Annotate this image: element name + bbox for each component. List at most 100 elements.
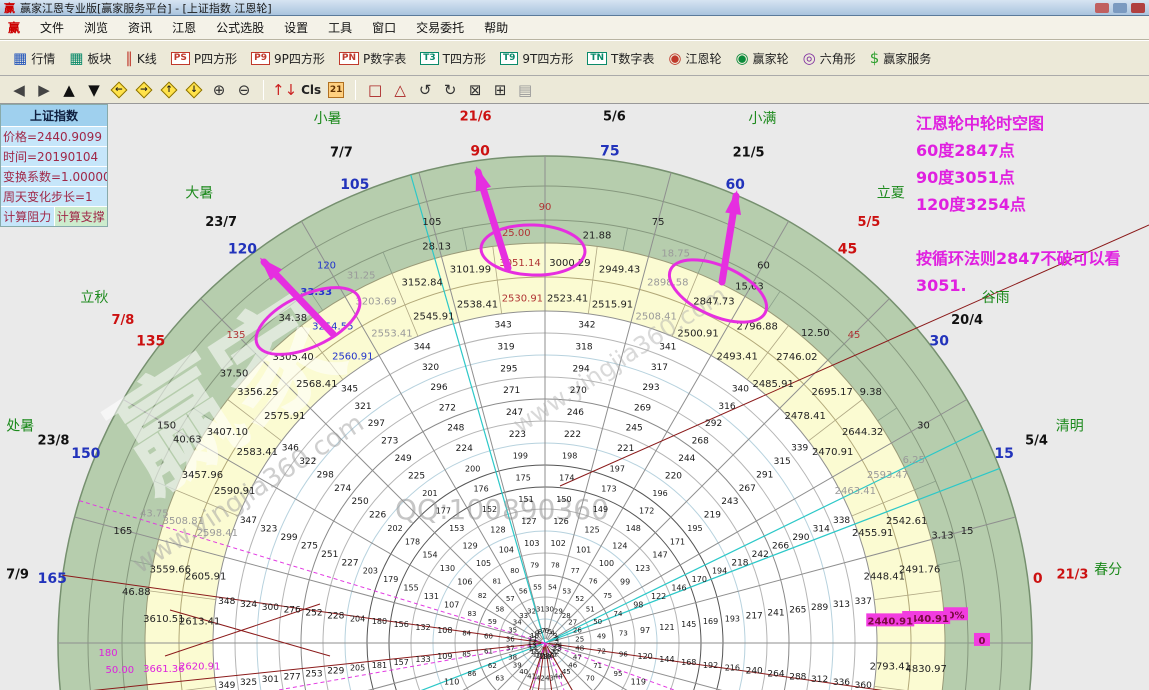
toolbar-button-p-number-table[interactable]: PNP数字表 xyxy=(332,47,413,70)
svg-text:240: 240 xyxy=(746,667,763,677)
calc-support-button[interactable]: 计算支撑 xyxy=(55,207,108,226)
svg-text:337: 337 xyxy=(855,597,872,607)
svg-text:251: 251 xyxy=(321,550,338,560)
toolbar-button-quotes-grid[interactable]: ▦行情 xyxy=(6,47,62,70)
toolbar-button-p-square[interactable]: PSP四方形 xyxy=(164,47,244,70)
gann-wheel-icon: ◉ xyxy=(668,51,681,66)
toolbar-button-t-number-table[interactable]: TNT数字表 xyxy=(580,47,661,70)
annotation-line: 江恩轮中轮时空图 xyxy=(916,110,1148,137)
svg-text:24: 24 xyxy=(553,642,562,650)
svg-text:197: 197 xyxy=(610,464,625,473)
menu-item-公式选股[interactable]: 公式选股 xyxy=(206,16,274,39)
menu-item-设置[interactable]: 设置 xyxy=(274,16,318,39)
pan-down-icon[interactable]: ↓ xyxy=(183,79,205,101)
svg-text:168: 168 xyxy=(681,658,696,667)
svg-text:123: 123 xyxy=(635,564,650,573)
tray-icon[interactable] xyxy=(1113,3,1127,13)
svg-text:50: 50 xyxy=(593,618,602,626)
svg-text:224: 224 xyxy=(456,444,473,454)
calc-resistance-button[interactable]: 计算阻力 xyxy=(1,207,55,226)
zoom-out-icon[interactable]: ⊖ xyxy=(233,79,255,101)
toolbar-button-kline[interactable]: ∥K线 xyxy=(118,47,163,70)
svg-text:199: 199 xyxy=(513,452,528,461)
svg-text:46: 46 xyxy=(568,661,577,669)
svg-text:2478.41: 2478.41 xyxy=(784,411,825,422)
main-toolbar: ▦行情▦板块∥K线PSP四方形P99P四方形PNP数字表T3T四方形T99T四方… xyxy=(0,40,1149,76)
svg-text:348: 348 xyxy=(218,597,235,607)
cls-button[interactable]: Cls xyxy=(300,79,322,101)
toolbar-button-gann-wheel[interactable]: ◉江恩轮 xyxy=(661,47,728,70)
menu-item-交易委托[interactable]: 交易委托 xyxy=(406,16,474,39)
pan-left-icon[interactable]: ← xyxy=(108,79,130,101)
annotation-line: 90度3051点 xyxy=(916,164,1148,191)
shrink-icon[interactable]: ⊞ xyxy=(489,79,511,101)
nav-back-icon[interactable]: ◀ xyxy=(8,79,30,101)
svg-text:2575.91: 2575.91 xyxy=(264,411,305,422)
svg-text:57: 57 xyxy=(506,595,515,603)
svg-text:54: 54 xyxy=(548,583,557,591)
menu-item-资讯[interactable]: 资讯 xyxy=(118,16,162,39)
print-icon[interactable]: ▤ xyxy=(514,79,536,101)
svg-text:2583.41: 2583.41 xyxy=(237,447,278,458)
svg-text:2470.91: 2470.91 xyxy=(812,447,853,458)
nav-forward-icon[interactable]: ▶ xyxy=(33,79,55,101)
menu-item-帮助[interactable]: 帮助 xyxy=(474,16,518,39)
svg-text:272: 272 xyxy=(439,403,456,413)
pan-right-icon[interactable]: → xyxy=(133,79,155,101)
calendar-icon[interactable]: 21 xyxy=(325,79,347,101)
toolbar-button-t-square[interactable]: T3T四方形 xyxy=(413,47,493,70)
svg-text:248: 248 xyxy=(447,424,464,434)
svg-text:131: 131 xyxy=(424,592,439,601)
svg-text:105: 105 xyxy=(340,177,369,193)
pan-up-icon[interactable]: ↑ xyxy=(158,79,180,101)
toolbar-button-blocks[interactable]: ▦板块 xyxy=(62,47,118,70)
svg-text:150: 150 xyxy=(71,446,100,462)
nav-down-icon[interactable]: ▼ xyxy=(83,79,105,101)
close-icon[interactable] xyxy=(1131,3,1145,13)
svg-text:119: 119 xyxy=(631,678,646,687)
triangle-tool-icon[interactable]: △ xyxy=(389,79,411,101)
toolbar-button-9p-square[interactable]: P99P四方形 xyxy=(244,47,332,70)
svg-text:341: 341 xyxy=(659,342,676,352)
menu-item-文件[interactable]: 文件 xyxy=(30,16,74,39)
svg-text:79: 79 xyxy=(530,562,539,570)
svg-text:106: 106 xyxy=(457,578,472,587)
svg-text:175: 175 xyxy=(516,473,531,482)
svg-text:193: 193 xyxy=(725,614,740,623)
svg-text:146: 146 xyxy=(671,584,686,593)
nav-up-icon[interactable]: ▲ xyxy=(58,79,80,101)
svg-text:45: 45 xyxy=(838,242,857,258)
svg-text:32: 32 xyxy=(527,608,536,616)
menu-item-江恩[interactable]: 江恩 xyxy=(162,16,206,39)
svg-text:3101.99: 3101.99 xyxy=(450,264,491,275)
svg-text:292: 292 xyxy=(705,419,722,429)
svg-text:132: 132 xyxy=(415,623,430,632)
svg-text:48: 48 xyxy=(575,645,584,653)
svg-text:3356.25: 3356.25 xyxy=(237,387,278,398)
updown-marker-icon[interactable]: ↑↓ xyxy=(272,79,297,101)
svg-text:104: 104 xyxy=(499,546,514,555)
svg-text:2523.41: 2523.41 xyxy=(547,294,588,305)
rotate-cw-icon[interactable]: ↻ xyxy=(439,79,461,101)
toolbar-button-hexagon[interactable]: ◎六角形 xyxy=(796,47,863,70)
svg-text:267: 267 xyxy=(739,484,756,494)
svg-text:70: 70 xyxy=(586,675,595,683)
expand-icon[interactable]: ⊠ xyxy=(464,79,486,101)
toolbar-button-winner-service[interactable]: $赢家服务 xyxy=(863,47,939,70)
svg-text:53: 53 xyxy=(562,587,571,595)
menu-item-浏览[interactable]: 浏览 xyxy=(74,16,118,39)
svg-text:4830.97: 4830.97 xyxy=(906,664,947,675)
menu-item-工具[interactable]: 工具 xyxy=(318,16,362,39)
toolbar-label: T数字表 xyxy=(611,50,654,67)
svg-text:78: 78 xyxy=(551,562,560,570)
menu-item-窗口[interactable]: 窗口 xyxy=(362,16,406,39)
tray-icon[interactable] xyxy=(1095,3,1109,13)
zoom-in-icon[interactable]: ⊕ xyxy=(208,79,230,101)
toolbar-button-9t-square[interactable]: T99T四方形 xyxy=(493,47,580,70)
rotate-ccw-icon[interactable]: ↺ xyxy=(414,79,436,101)
svg-text:288: 288 xyxy=(789,672,806,682)
toolbar-button-winner-wheel[interactable]: ◉赢家轮 xyxy=(728,47,795,70)
svg-text:165: 165 xyxy=(113,526,132,537)
gann-wheel-chart-area[interactable]: 赢家www.yingjia360.comwww.yingjia360.comQQ… xyxy=(0,104,1149,690)
rect-tool-icon[interactable]: □ xyxy=(364,79,386,101)
